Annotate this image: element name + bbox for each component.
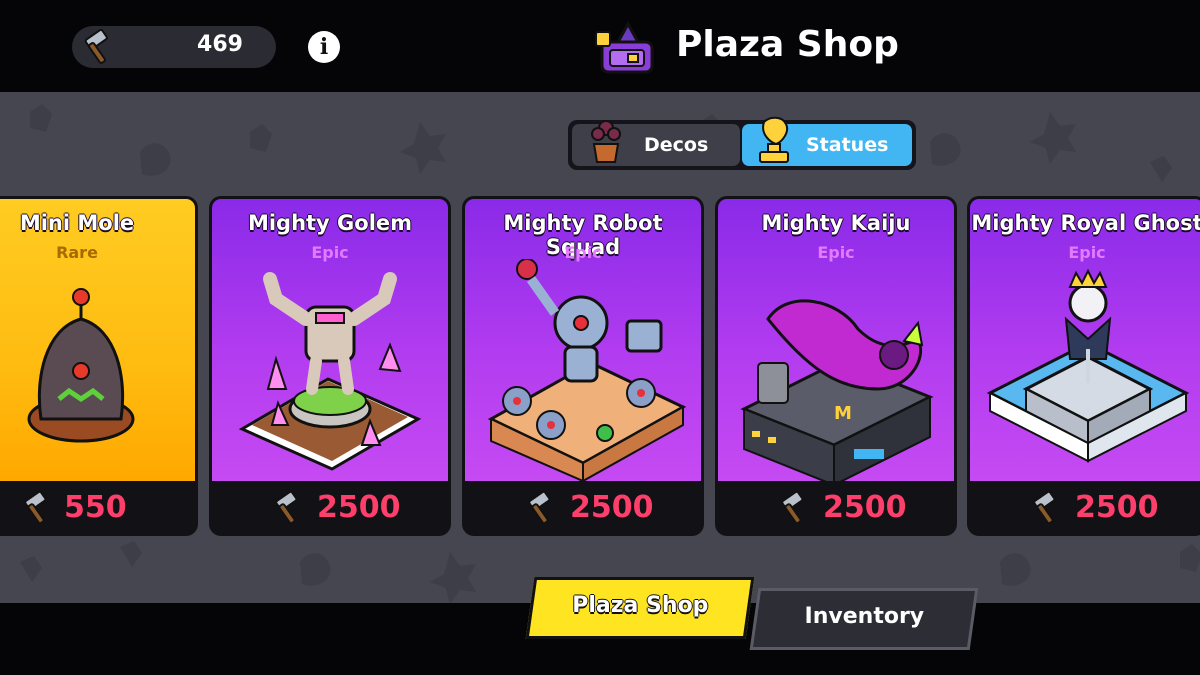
card-price: 2500 [1075, 490, 1159, 525]
inventory-tab-label: Inventory [804, 604, 925, 629]
hammer-icon [24, 490, 47, 525]
card-price-row: 550 [0, 486, 198, 530]
plaza-shop-tab-label: Plaza Shop [572, 593, 709, 618]
shop-card-mini-mole[interactable]: Mini Mole Rare 550 [0, 196, 198, 536]
card-price-row: 2500 [715, 486, 957, 530]
decos-label: Decos [644, 134, 709, 156]
potted-flower-icon [591, 120, 621, 163]
hammer-icon [528, 490, 551, 525]
card-name: Mini Mole [19, 211, 135, 235]
plaza-shop-tab[interactable]: Plaza Shop [525, 577, 755, 639]
info-button[interactable]: i [308, 31, 340, 63]
card-name: Mighty Royal Ghost [971, 211, 1200, 235]
trophy-statue-icon [759, 116, 789, 163]
shop-card-mighty-royal-ghost[interactable]: Mighty Royal Ghost Epic 2500 [967, 196, 1200, 536]
hammer-icon [781, 490, 804, 525]
card-price: 2500 [823, 490, 907, 525]
page-title: Plaza Shop [676, 24, 899, 65]
card-price: 550 [64, 490, 127, 525]
shop-card-mighty-kaiju[interactable]: Mighty Kaiju Epic M 2500 [715, 196, 957, 536]
card-art: Mighty Royal Ghost Epic [970, 199, 1200, 481]
card-art: Mini Mole Rare [0, 199, 195, 481]
plaza-shop-icon [595, 20, 654, 74]
card-art: Mighty Golem Epic [212, 199, 448, 481]
card-price-row: 2500 [462, 486, 704, 530]
mole-statue-image [27, 288, 135, 443]
currency-amount: 469 [197, 32, 243, 57]
golem-statue-image [238, 272, 422, 471]
card-name: Mighty Golem [247, 211, 413, 235]
statues-tab[interactable]: Statues [742, 116, 912, 166]
card-price: 2500 [570, 490, 654, 525]
card-art: Mighty Kaiju Epic M [718, 199, 954, 481]
card-name: Mighty Kaiju [761, 211, 911, 235]
category-toggle: Decos Statues [568, 116, 916, 170]
shop-card-mighty-golem[interactable]: Mighty Golem Epic 2500 [209, 196, 451, 536]
svg-text:M: M [834, 403, 852, 424]
hammer-icon [84, 28, 108, 64]
card-price: 2500 [317, 490, 401, 525]
card-price-row: 2500 [967, 486, 1200, 530]
currency-counter: 469 i [72, 26, 340, 68]
card-art: Mighty Robot Squad Epic [465, 199, 701, 481]
decos-tab[interactable]: Decos [572, 120, 740, 166]
royal-ghost-statue-image [986, 268, 1190, 463]
inventory-tab[interactable]: Inventory [749, 588, 979, 650]
hammer-icon [275, 490, 298, 525]
hammer-icon [1033, 490, 1056, 525]
shop-card-mighty-robot-squad[interactable]: Mighty Robot Squad Epic 2500 [462, 196, 704, 536]
robot-squad-statue-image [487, 259, 687, 481]
statues-label: Statues [806, 134, 889, 156]
kaiju-statue-image: M [740, 299, 934, 481]
card-price-row: 2500 [209, 486, 451, 530]
